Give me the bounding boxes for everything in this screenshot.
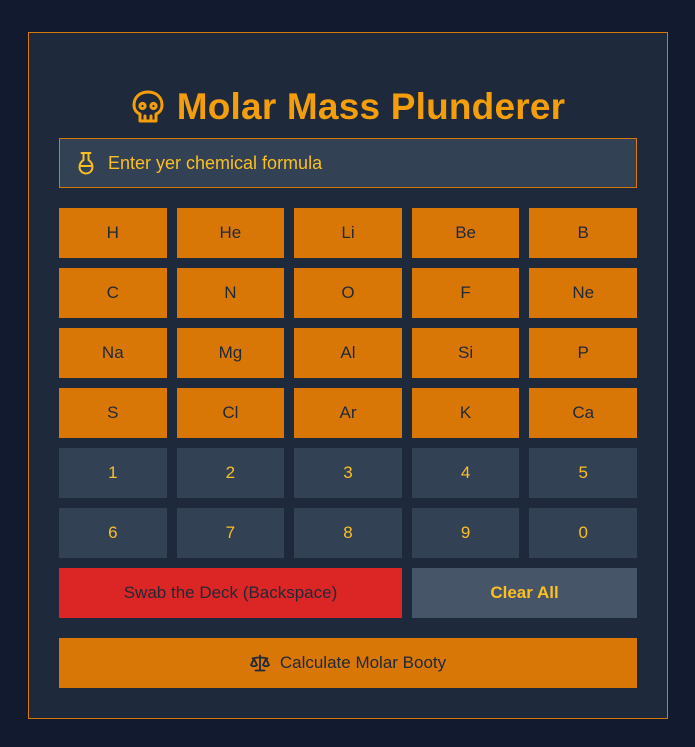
skull-icon bbox=[131, 89, 165, 125]
formula-input[interactable] bbox=[108, 139, 636, 187]
element-key-o[interactable]: O bbox=[294, 268, 402, 318]
element-key-al[interactable]: Al bbox=[294, 328, 402, 378]
calculate-label: Calculate Molar Booty bbox=[279, 653, 447, 672]
clear-all-button[interactable]: Clear All bbox=[412, 568, 637, 618]
number-key-3[interactable]: 3 bbox=[294, 448, 402, 498]
flask-icon bbox=[78, 151, 94, 175]
element-key-ar[interactable]: Ar bbox=[294, 388, 402, 438]
header: Molar Mass Plunderer bbox=[29, 81, 667, 133]
number-key-1[interactable]: 1 bbox=[59, 448, 167, 498]
keypad: H He Li Be B C N O F Ne Na Mg Al Si P S … bbox=[59, 208, 637, 558]
scale-icon bbox=[249, 654, 270, 672]
element-key-cl[interactable]: Cl bbox=[176, 388, 285, 438]
number-key-7[interactable]: 7 bbox=[176, 508, 285, 558]
element-key-be[interactable]: Be bbox=[411, 208, 520, 258]
element-key-he[interactable]: He bbox=[176, 208, 285, 258]
element-key-na[interactable]: Na bbox=[59, 328, 167, 378]
action-row: Swab the Deck (Backspace) Clear All bbox=[59, 568, 637, 618]
element-key-c[interactable]: C bbox=[59, 268, 167, 318]
calculator-panel: Molar Mass Plunderer H He Li Be B C N O … bbox=[28, 32, 668, 719]
element-key-f[interactable]: F bbox=[411, 268, 520, 318]
number-key-4[interactable]: 4 bbox=[411, 448, 520, 498]
element-key-si[interactable]: Si bbox=[411, 328, 520, 378]
number-key-6[interactable]: 6 bbox=[59, 508, 167, 558]
element-key-n[interactable]: N bbox=[176, 268, 285, 318]
number-key-5[interactable]: 5 bbox=[529, 448, 637, 498]
element-key-k[interactable]: K bbox=[411, 388, 520, 438]
element-key-s[interactable]: S bbox=[59, 388, 167, 438]
formula-input-wrapper[interactable] bbox=[59, 138, 637, 188]
element-key-ca[interactable]: Ca bbox=[529, 388, 637, 438]
number-key-9[interactable]: 9 bbox=[411, 508, 520, 558]
element-key-h[interactable]: H bbox=[59, 208, 167, 258]
backspace-button[interactable]: Swab the Deck (Backspace) bbox=[59, 568, 402, 618]
number-key-8[interactable]: 8 bbox=[294, 508, 402, 558]
element-key-p[interactable]: P bbox=[529, 328, 637, 378]
element-key-ne[interactable]: Ne bbox=[529, 268, 637, 318]
element-key-b[interactable]: B bbox=[529, 208, 637, 258]
element-key-li[interactable]: Li bbox=[294, 208, 402, 258]
number-key-2[interactable]: 2 bbox=[176, 448, 285, 498]
calculate-button[interactable]: Calculate Molar Booty bbox=[59, 638, 637, 688]
element-key-mg[interactable]: Mg bbox=[176, 328, 285, 378]
number-key-0[interactable]: 0 bbox=[529, 508, 637, 558]
page-title: Molar Mass Plunderer bbox=[176, 86, 566, 127]
